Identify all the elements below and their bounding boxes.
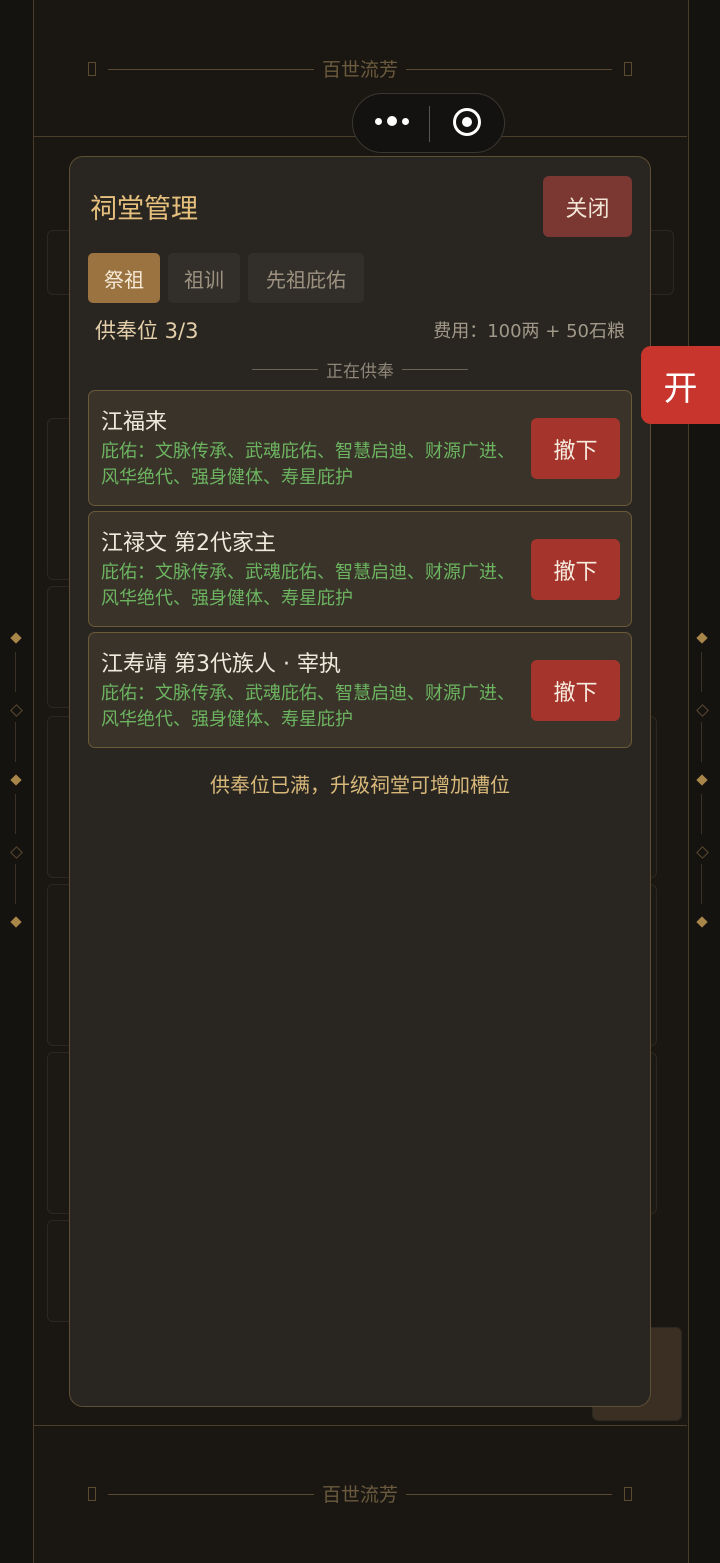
ornament-line [701, 722, 702, 762]
tab-family-rules[interactable]: 祖训 [168, 253, 240, 303]
tab-ancestor-worship[interactable]: 祭祖 [88, 253, 160, 303]
ornament-line [15, 794, 16, 834]
banner-bracket-left [88, 1487, 96, 1501]
section-divider: 正在供奉 [252, 357, 468, 382]
ancestor-card: 江禄文 第2代家主 庇佑：文脉传承、武魂庇佑、智慧启迪、财源广进、风华绝代、强身… [88, 511, 632, 627]
ornament-diamond-icon [696, 704, 709, 717]
tab-ancestor-blessing[interactable]: 先祖庇佑 [248, 253, 364, 303]
ornament-diamond-icon [696, 774, 708, 786]
ornament-diamond-icon [10, 704, 23, 717]
ancestor-name: 江寿靖 第3代族人 · 宰执 [101, 652, 341, 677]
banner-bracket-right [624, 1487, 632, 1501]
ancestor-name: 江禄文 第2代家主 [101, 531, 276, 556]
ancestor-card: 江福来 庇佑：文脉传承、武魂庇佑、智慧启迪、财源广进、风华绝代、强身健体、寿星庇… [88, 390, 632, 506]
capsule-divider [429, 106, 430, 142]
ornament-diamond-icon [10, 632, 22, 644]
ornament-diamond-icon [696, 846, 709, 859]
footer-divider [33, 1425, 687, 1426]
banner-bracket-left [88, 62, 96, 76]
ancestor-name: 江福来 [101, 410, 168, 435]
miniprogram-capsule [352, 93, 505, 153]
ornament-line [701, 864, 702, 904]
slots-full-notice: 供奉位已满，升级祠堂可增加槽位 [210, 773, 510, 797]
ornament-diamond-icon [696, 632, 708, 644]
ornament-line [701, 652, 702, 692]
ancestor-blessing: 庇佑：文脉传承、武魂庇佑、智慧启迪、财源广进、风华绝代、强身健体、寿星庇护 [101, 683, 515, 730]
ornament-line [15, 864, 16, 904]
ancestral-hall-modal: 祠堂管理 关闭 祭祖 祖训 先祖庇佑 供奉位 3/3 费用：100两 + 50石… [69, 156, 651, 1407]
ornament-line [701, 794, 702, 834]
remove-button[interactable]: 撤下 [531, 539, 620, 600]
remove-button[interactable]: 撤下 [531, 418, 620, 479]
ornament-diamond-icon [10, 916, 22, 928]
worship-slots: 供奉位 3/3 [95, 319, 199, 343]
banner-title: 百世流芳 [313, 1479, 406, 1507]
modal-title: 祠堂管理 [90, 194, 198, 225]
banner-title: 百世流芳 [313, 54, 406, 82]
bottom-banner: 百世流芳 [33, 1425, 687, 1561]
ancestor-blessing: 庇佑：文脉传承、武魂庇佑、智慧启迪、财源广进、风华绝代、强身健体、寿星庇护 [101, 562, 515, 609]
ancestor-blessing: 庇佑：文脉传承、武魂庇佑、智慧启迪、财源广进、风华绝代、强身健体、寿星庇护 [101, 441, 515, 488]
ornament-line [15, 722, 16, 762]
section-title: 正在供奉 [326, 362, 394, 382]
ornament-line [15, 652, 16, 692]
ornament-diamond-icon [696, 916, 708, 928]
banner-bracket-right [624, 62, 632, 76]
close-button[interactable]: 关闭 [543, 176, 632, 237]
ancestor-card: 江寿靖 第3代族人 · 宰执 庇佑：文脉传承、武魂庇佑、智慧启迪、财源广进、风华… [88, 632, 632, 748]
ornament-diamond-icon [10, 846, 23, 859]
worship-cost: 费用：100两 + 50石粮 [433, 321, 625, 342]
remove-button[interactable]: 撤下 [531, 660, 620, 721]
ornament-diamond-icon [10, 774, 22, 786]
open-button[interactable]: 开 [641, 346, 720, 424]
more-icon[interactable] [375, 116, 409, 126]
close-miniprogram-icon[interactable] [453, 108, 481, 136]
